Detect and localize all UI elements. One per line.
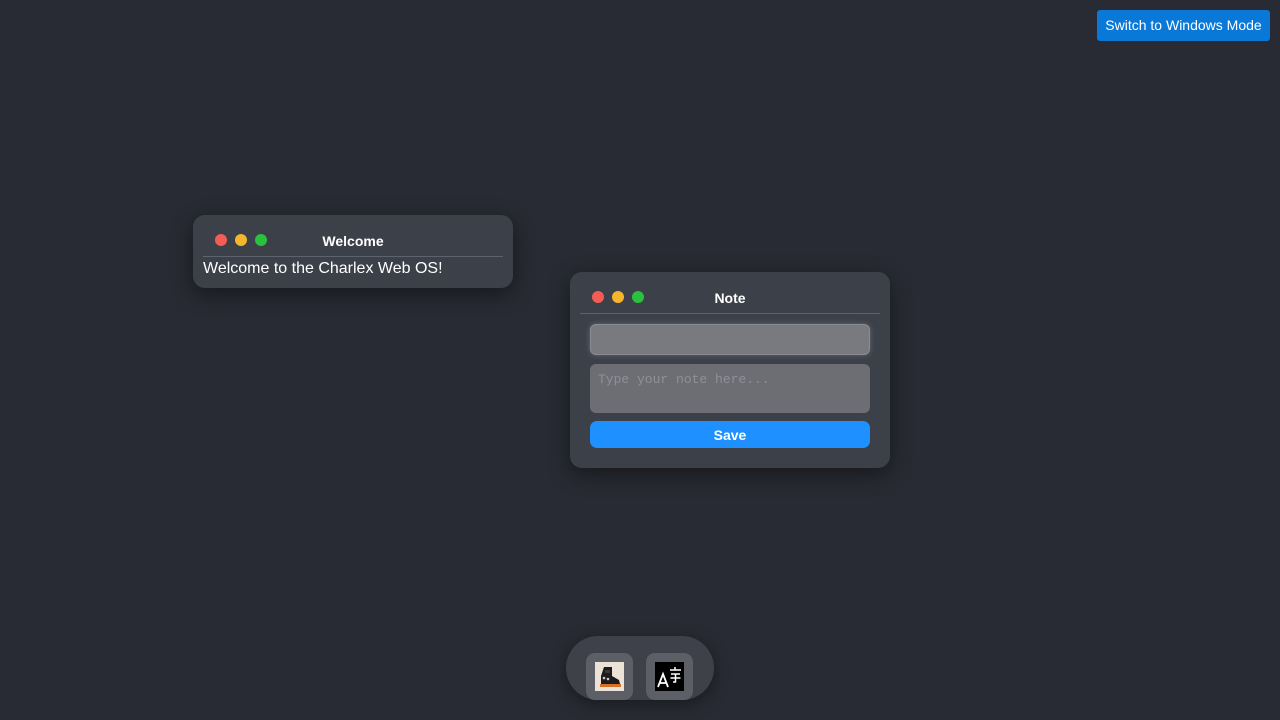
dock-item-boot-app[interactable] — [586, 653, 633, 700]
switch-windows-mode-button[interactable]: Switch to Windows Mode — [1097, 10, 1270, 41]
note-window: Note Save — [570, 272, 890, 468]
note-body: Save — [580, 314, 880, 448]
translate-app-icon — [655, 662, 684, 691]
welcome-message: Welcome to the Charlex Web OS! — [203, 260, 443, 277]
desktop: Switch to Windows Mode Welcome Welcome t… — [0, 0, 1280, 720]
welcome-titlebar[interactable]: Welcome — [203, 226, 503, 257]
welcome-window: Welcome Welcome to the Charlex Web OS! — [193, 215, 513, 288]
note-title-input[interactable] — [590, 324, 870, 355]
dock — [566, 636, 714, 700]
window-title: Welcome — [322, 233, 384, 249]
save-button[interactable]: Save — [590, 421, 870, 448]
dock-item-translate-app[interactable] — [646, 653, 693, 700]
window-title: Note — [714, 290, 746, 306]
note-titlebar[interactable]: Note — [580, 283, 880, 314]
boot-app-icon — [595, 662, 624, 691]
note-textarea[interactable] — [590, 364, 870, 413]
